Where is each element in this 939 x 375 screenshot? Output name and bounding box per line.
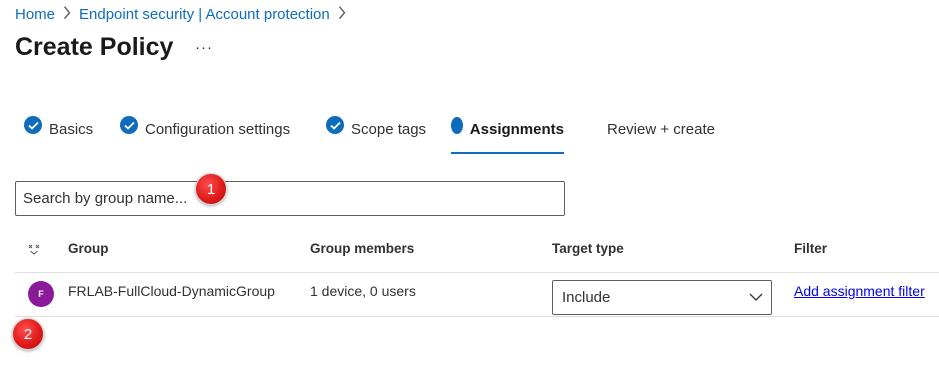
column-options-icon[interactable] (27, 242, 41, 261)
avatar: F (28, 281, 54, 307)
tab-review-create[interactable]: Review + create (607, 114, 715, 154)
tab-label: Scope tags (351, 121, 427, 138)
chevron-right-icon (338, 4, 346, 24)
tab-label: Configuration settings (145, 121, 291, 138)
group-name: FRLAB-FullCloud-DynamicGroup (68, 283, 275, 299)
tab-label: Basics (49, 121, 94, 138)
column-header-target-type: Target type (552, 241, 624, 256)
table-header: Group Group members Target type Filter (15, 232, 939, 273)
check-circle-icon (24, 116, 42, 134)
page-title: Create Policy (15, 33, 174, 61)
tab-configuration-settings[interactable]: Configuration settings (120, 114, 290, 154)
wizard-tabs: Basics Configuration settings Scope tags… (24, 114, 744, 154)
assignments-table: Group Group members Target type Filter F… (15, 232, 939, 317)
chevron-down-icon (749, 290, 763, 308)
target-type-value: Include (562, 289, 611, 306)
more-options-button[interactable]: ··· (195, 39, 213, 56)
tab-scope-tags[interactable]: Scope tags (326, 114, 426, 154)
breadcrumb-section-link[interactable]: Endpoint security | Account protection (79, 6, 330, 23)
tab-assignments[interactable]: Assignments (451, 114, 564, 154)
tab-label: Assignments (469, 121, 564, 138)
group-members: 1 device, 0 users (310, 283, 416, 299)
check-circle-icon (326, 116, 344, 134)
search-input[interactable] (15, 181, 565, 216)
check-circle-icon (120, 116, 138, 134)
filled-circle-icon (451, 117, 463, 134)
chevron-right-icon (63, 4, 71, 24)
column-header-group: Group (68, 241, 109, 256)
column-header-group-members: Group members (310, 241, 415, 256)
callout-badge-2: 2 (12, 318, 44, 350)
tab-label: Review + create (607, 121, 715, 138)
breadcrumb-home-link[interactable]: Home (15, 6, 55, 23)
breadcrumb: Home Endpoint security | Account protect… (15, 6, 346, 23)
table-row: F FRLAB-FullCloud-DynamicGroup 1 device,… (15, 273, 939, 317)
target-type-dropdown[interactable]: Include (552, 280, 772, 315)
callout-badge-1: 1 (195, 173, 227, 205)
tab-basics[interactable]: Basics (24, 114, 93, 154)
add-assignment-filter-link[interactable]: Add assignment filter (794, 283, 925, 299)
active-tab-indicator (451, 152, 564, 154)
column-header-filter: Filter (794, 241, 828, 256)
